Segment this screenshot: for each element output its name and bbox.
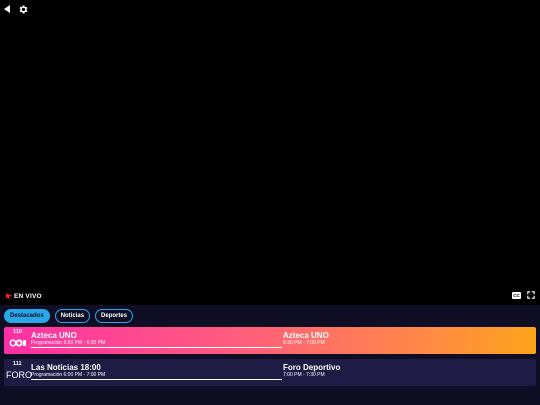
- channel-number: 111: [13, 361, 22, 367]
- foro-logo: FORO: [6, 370, 32, 380]
- live-bar: EN VIVO CC: [0, 290, 540, 304]
- back-icon[interactable]: [4, 5, 10, 13]
- current-program-time: Programación 6:00 PM - 7:00 PM: [31, 372, 106, 378]
- fullscreen-icon[interactable]: [527, 291, 535, 299]
- gear-icon[interactable]: [18, 4, 29, 15]
- category-tabs: Destacados Noticias Deportes: [4, 309, 134, 323]
- channel-row[interactable]: 111 FORO Las Noticias 18:00 Programación…: [4, 359, 536, 386]
- video-player[interactable]: [0, 20, 540, 288]
- program-progress-bar: [31, 347, 282, 348]
- next-program-time: 7:00 PM - 7:30 PM: [283, 372, 325, 378]
- current-program-time: Programación 6:00 PM - 6:30 PM: [31, 340, 106, 346]
- live-label: EN VIVO: [14, 293, 42, 300]
- channel-row[interactable]: 110 Azteca UNO Programación 6:00 PM - 6:…: [4, 327, 536, 354]
- top-bar: [0, 0, 540, 20]
- channel-number: 110: [13, 329, 22, 335]
- tab-destacados[interactable]: Destacados: [4, 309, 50, 323]
- tab-deportes[interactable]: Deportes: [95, 309, 134, 323]
- live-icon: [5, 293, 13, 300]
- channel-guide: Destacados Noticias Deportes 110 Azteca …: [0, 305, 540, 405]
- tab-noticias[interactable]: Noticias: [54, 309, 91, 323]
- program-progress-bar: [31, 379, 282, 380]
- cc-icon[interactable]: CC: [512, 292, 521, 299]
- next-program-time: 6:30 PM - 7:00 PM: [283, 340, 325, 346]
- azteca-uno-logo-icon: [9, 339, 26, 347]
